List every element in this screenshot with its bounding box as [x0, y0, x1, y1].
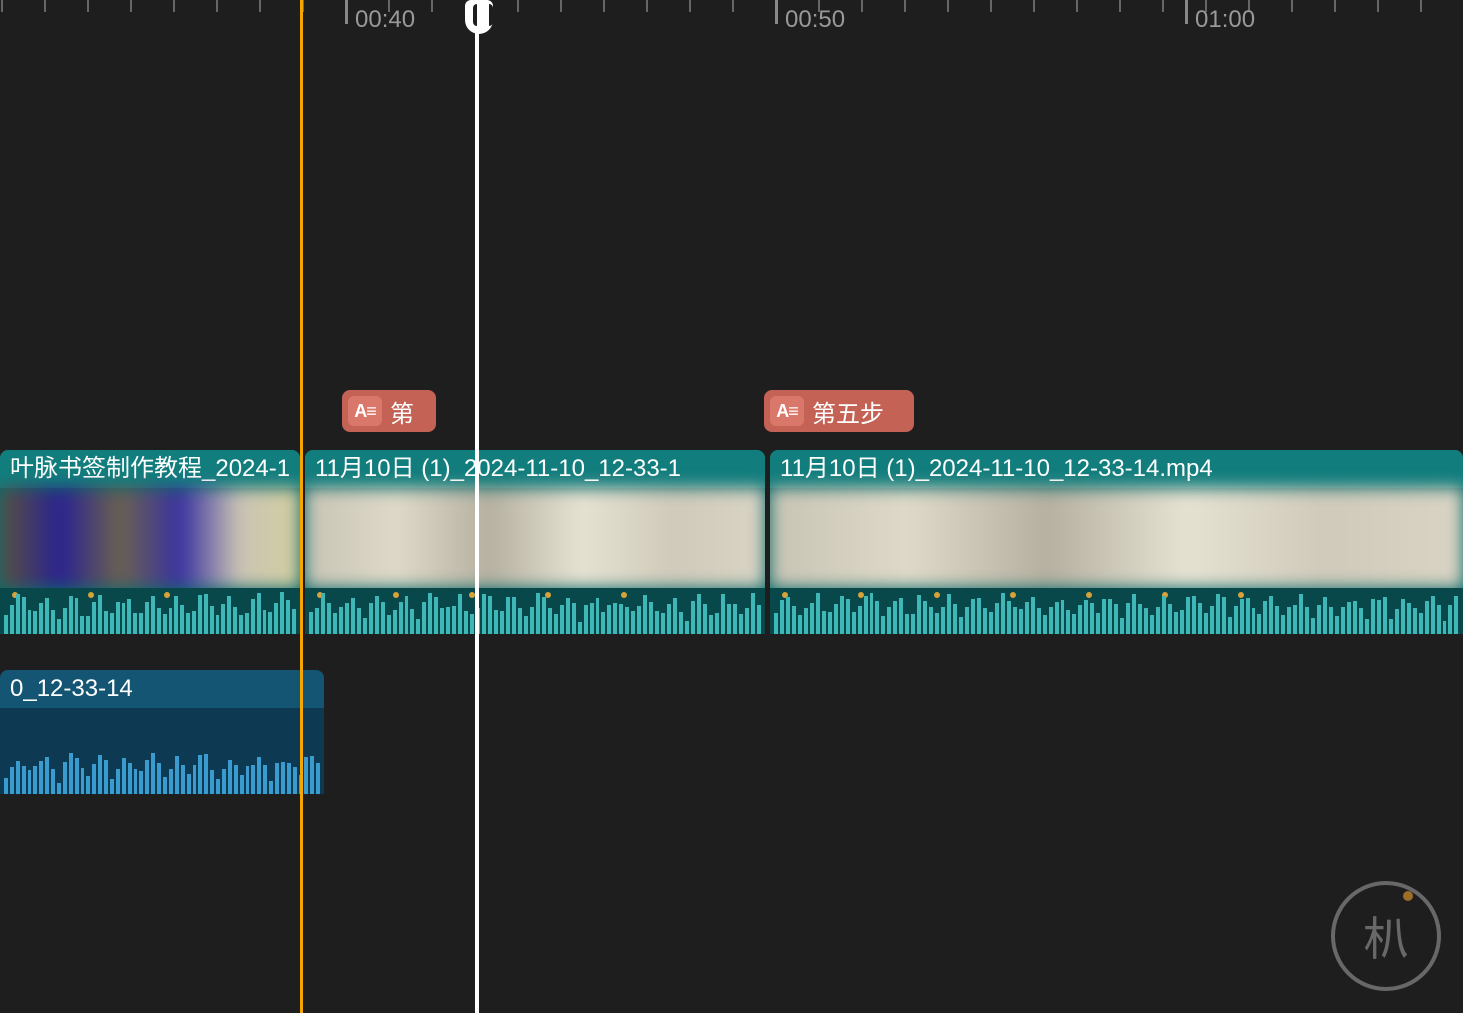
clip-title: 叶脉书签制作教程_2024-1	[0, 450, 300, 488]
video-clip[interactable]: 11月10日 (1)_2024-11-10_12-33-14.mp4	[770, 450, 1463, 634]
ruler-tick	[259, 0, 261, 12]
ruler-tick	[87, 0, 89, 12]
ruler-tick-major	[345, 0, 348, 24]
watermark-text: 朳	[1363, 903, 1409, 969]
text-clip[interactable]: 第五步	[764, 390, 914, 432]
clip-audio-waveform	[305, 588, 765, 634]
clip-thumbnail	[770, 488, 1463, 588]
ruler-tick	[732, 0, 734, 12]
ruler-tick-major	[775, 0, 778, 24]
text-clip-label: 第五步	[812, 394, 884, 429]
ruler-tick	[130, 0, 132, 12]
ruler-tick	[1076, 0, 1078, 12]
ruler-tick	[689, 0, 691, 12]
text-clip[interactable]: 第	[342, 390, 436, 432]
ruler-tick	[947, 0, 949, 12]
ruler-tick	[1162, 0, 1164, 12]
ruler-label: 00:50	[785, 6, 845, 34]
audio-clip[interactable]: 0_12-33-14	[0, 670, 324, 794]
ruler-tick	[1033, 0, 1035, 12]
text-clip-label: 第	[390, 394, 414, 429]
text-effect-icon	[770, 396, 804, 426]
ruler-tick	[861, 0, 863, 12]
ruler-tick	[216, 0, 218, 12]
ruler-tick	[1291, 0, 1293, 12]
ruler-tick	[1119, 0, 1121, 12]
watermark-logo: 朳	[1331, 881, 1441, 991]
clip-audio-waveform	[0, 748, 324, 794]
ruler-label: 00:40	[355, 6, 415, 34]
ruler-tick	[990, 0, 992, 12]
clip-thumbnail	[0, 488, 300, 588]
video-clip[interactable]: 11月10日 (1)_2024-11-10_12-33-1	[305, 450, 765, 634]
video-clip[interactable]: 叶脉书签制作教程_2024-1	[0, 450, 300, 634]
clip-title: 0_12-33-14	[0, 670, 324, 708]
ruler-tick	[646, 0, 648, 12]
ruler-tick	[474, 0, 476, 12]
ruler-tick	[904, 0, 906, 12]
clip-audio-waveform	[770, 588, 1463, 634]
video-track[interactable]: 叶脉书签制作教程_2024-111月10日 (1)_2024-11-10_12-…	[0, 450, 1463, 634]
text-effect-icon	[348, 396, 382, 426]
ruler-label: 01:00	[1195, 6, 1255, 34]
time-ruler[interactable]: 00:40 00:50 01:00	[0, 0, 1463, 40]
ruler-tick	[517, 0, 519, 12]
timeline-panel[interactable]: 00:4000:5001:00 第第五步 叶脉书签制作教程_2024-111月1…	[0, 0, 1463, 1013]
clip-title: 11月10日 (1)_2024-11-10_12-33-1	[305, 450, 765, 488]
audio-track[interactable]: 0_12-33-14	[0, 670, 1463, 794]
ruler-tick	[431, 0, 433, 12]
clip-body	[0, 708, 324, 794]
ruler-tick	[173, 0, 175, 12]
ruler-tick-major	[1185, 0, 1188, 24]
ruler-tick	[1377, 0, 1379, 12]
clip-title: 11月10日 (1)_2024-11-10_12-33-14.mp4	[770, 450, 1463, 488]
ruler-tick	[603, 0, 605, 12]
text-track[interactable]: 第 第五步	[0, 390, 1463, 432]
ruler-tick	[560, 0, 562, 12]
ruler-tick	[302, 0, 304, 12]
ruler-tick	[1334, 0, 1336, 12]
ruler-tick	[1420, 0, 1422, 12]
clip-audio-waveform	[0, 588, 300, 634]
clip-thumbnail	[305, 488, 765, 588]
ruler-tick	[44, 0, 46, 12]
ruler-tick	[1, 0, 3, 12]
